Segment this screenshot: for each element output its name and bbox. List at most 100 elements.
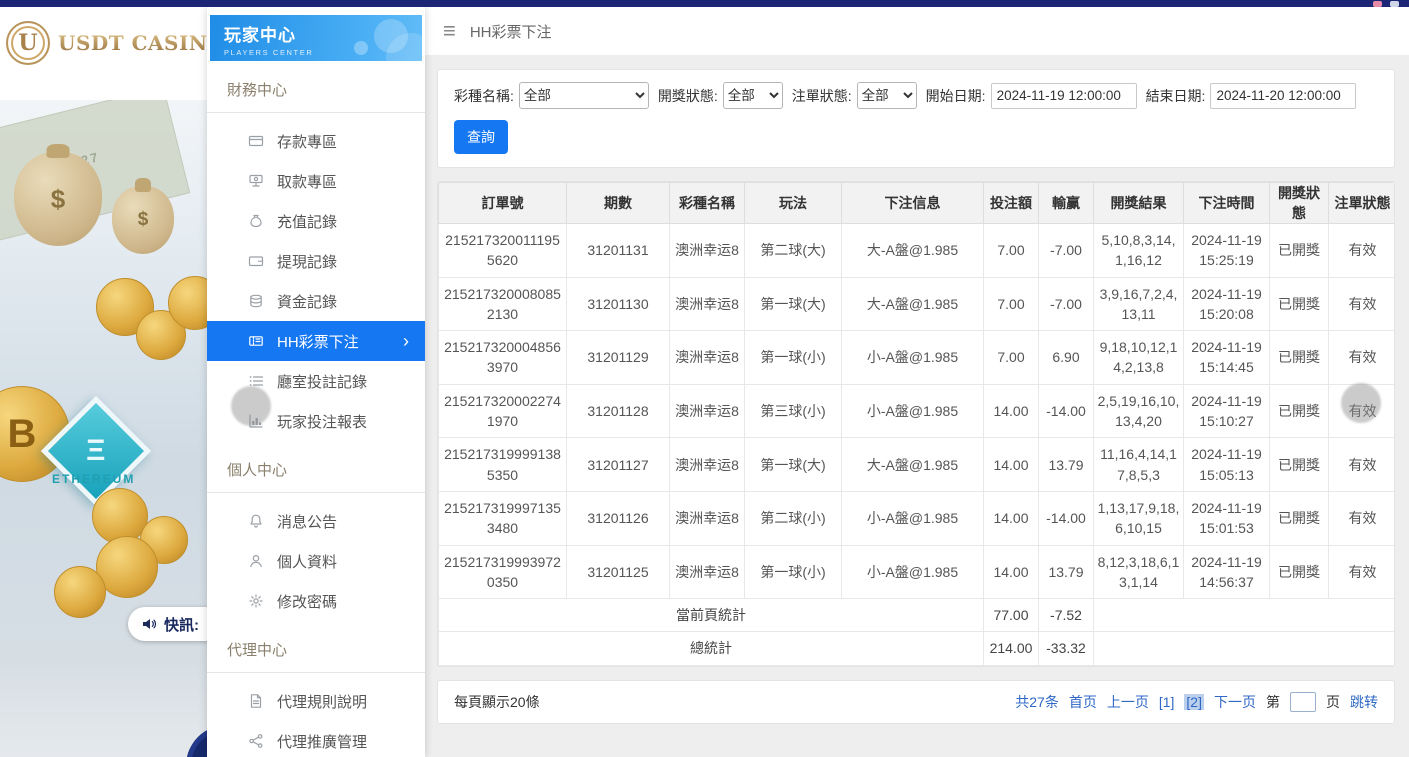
- sidebar-item-deposit[interactable]: 存款專區: [207, 121, 425, 161]
- page-link-1[interactable]: [1]: [1159, 694, 1175, 710]
- jump-button[interactable]: 跳转: [1350, 692, 1378, 712]
- table-cell: 澳洲幸运8: [670, 384, 745, 438]
- sidebar-item-profile[interactable]: 個人資料: [207, 541, 425, 581]
- column-header: 注單狀態: [1329, 183, 1396, 224]
- table-cell: 14.00: [984, 545, 1039, 599]
- table-row: 215217320011195562031201131澳洲幸运8第二球(大)大-…: [439, 224, 1396, 278]
- coins-icon: [248, 293, 264, 309]
- sidebar-item-label: 玩家投注報表: [277, 411, 367, 432]
- jump-prefix-label: 第: [1266, 692, 1280, 712]
- table-cell: 1,13,17,9,18,6,10,15: [1094, 491, 1184, 545]
- table-cell: 13.79: [1039, 545, 1094, 599]
- prev-page-link[interactable]: 上一页: [1107, 692, 1149, 712]
- lottery-name-label: 彩種名稱:: [454, 86, 514, 106]
- search-button[interactable]: 查詢: [454, 120, 508, 154]
- table-cell: 澳洲幸运8: [670, 331, 745, 385]
- sidebar-item-label: HH彩票下注: [277, 331, 359, 352]
- column-header: 玩法: [745, 183, 842, 224]
- first-page-link[interactable]: 首页: [1069, 692, 1097, 712]
- sidebar-header: 玩家中心 PLAYERS CENTER: [210, 15, 422, 61]
- sidebar-item-change-password[interactable]: 修改密碼: [207, 581, 425, 621]
- sidebar-item-agent-promotion[interactable]: 代理推廣管理: [207, 721, 425, 757]
- table-cell: 2152173200048563970: [439, 331, 567, 385]
- share-icon: [248, 733, 264, 749]
- table-cell: 小-A盤@1.985: [842, 545, 984, 599]
- sidebar-item-label: 取款專區: [277, 171, 337, 192]
- sidebar-item-withdrawal-records[interactable]: 提現記錄: [207, 241, 425, 281]
- table-cell: 2024-11-19 15:10:27: [1184, 384, 1270, 438]
- table-row: 215217319993972035031201125澳洲幸运8第一球(小)小-…: [439, 545, 1396, 599]
- sidebar-item-hh-lottery-bets[interactable]: HH彩票下注›: [207, 321, 425, 361]
- table-cell: 已開獎: [1270, 491, 1329, 545]
- browser-top-strip: [0, 0, 1409, 7]
- table-header-row: 訂單號期數彩種名稱玩法下注信息投注額輸赢開獎結果下注時間開獎狀態注單狀態: [439, 183, 1396, 224]
- promo-background-image: KB4627 $ $ B Ξ ETHEREUM: [0, 100, 207, 757]
- table-cell: 已開獎: [1270, 384, 1329, 438]
- wallet-icon: [248, 253, 264, 269]
- sidebar-item-fund-records[interactable]: 資金記錄: [207, 281, 425, 321]
- draw-status-select[interactable]: 全部: [723, 82, 783, 109]
- table-cell: 第一球(小): [745, 545, 842, 599]
- news-ticker-label: 快訊:: [164, 614, 199, 635]
- table-cell: 已開獎: [1270, 331, 1329, 385]
- table-cell: 第一球(小): [745, 331, 842, 385]
- sidebar-item-withdraw[interactable]: 取款專區: [207, 161, 425, 201]
- sidebar-item-recharge-records[interactable]: 充值記錄: [207, 201, 425, 241]
- table-cell: 7.00: [984, 331, 1039, 385]
- table-cell: 31201130: [567, 277, 670, 331]
- summary-row: 當前頁統計77.00-7.52: [439, 599, 1396, 632]
- sidebar-item-agent-rules[interactable]: 代理規則說明: [207, 681, 425, 721]
- page-link-2-current[interactable]: [2]: [1184, 694, 1204, 710]
- jump-page-input[interactable]: [1290, 692, 1316, 712]
- menu-toggle-icon[interactable]: ≡: [443, 20, 456, 42]
- deposit-card-icon: [248, 133, 264, 149]
- gold-coin: [54, 566, 106, 618]
- sidebar-section-title: 財務中心: [207, 61, 425, 113]
- table-cell: 31201125: [567, 545, 670, 599]
- sidebar-item-label: 代理推廣管理: [277, 731, 367, 752]
- news-ticker: 快訊:: [128, 607, 207, 641]
- summary-label: 總統計: [439, 632, 984, 665]
- background-area: U USDT CASINO KB4627 $ $ B Ξ ETHEREUM 快訊…: [0, 7, 207, 757]
- draw-status-label: 開獎狀態:: [658, 86, 718, 106]
- table-cell: 31201127: [567, 438, 670, 492]
- table-cell: 2024-11-19 15:20:08: [1184, 277, 1270, 331]
- order-status-select[interactable]: 全部: [857, 82, 917, 109]
- lottery-name-select[interactable]: 全部: [519, 82, 649, 109]
- next-page-link[interactable]: 下一页: [1214, 692, 1256, 712]
- table-cell: 有效: [1329, 438, 1396, 492]
- table-cell: 第一球(大): [745, 438, 842, 492]
- table-cell: 13.79: [1039, 438, 1094, 492]
- column-header: 開獎結果: [1094, 183, 1184, 224]
- page-title: HH彩票下注: [470, 21, 552, 42]
- table-cell: 31201128: [567, 384, 670, 438]
- table-cell: 小-A盤@1.985: [842, 384, 984, 438]
- column-header: 訂單號: [439, 183, 567, 224]
- table-cell: -7.00: [1039, 277, 1094, 331]
- sidebar-item-label: 修改密碼: [277, 591, 337, 612]
- sidebar-item-player-bet-report[interactable]: 玩家投注報表: [207, 401, 425, 441]
- speaker-icon: [141, 616, 157, 632]
- start-date-input[interactable]: [991, 83, 1137, 109]
- table-cell: 2,5,19,16,10,13,4,20: [1094, 384, 1184, 438]
- table-cell: 有效: [1329, 491, 1396, 545]
- main-topbar: ≡ HH彩票下注: [425, 7, 1409, 55]
- table-cell: 澳洲幸运8: [670, 545, 745, 599]
- brand-logo[interactable]: U USDT CASINO: [0, 7, 207, 69]
- browser-extension-icon[interactable]: [1373, 1, 1382, 7]
- start-date-label: 開始日期:: [926, 86, 986, 106]
- browser-extension-icon-2[interactable]: [1390, 1, 1399, 7]
- table-cell: 2152173200111955620: [439, 224, 567, 278]
- column-header: 彩種名稱: [670, 183, 745, 224]
- table-cell: 31201129: [567, 331, 670, 385]
- table-cell: 2152173199939720350: [439, 545, 567, 599]
- sidebar-item-announcements[interactable]: 消息公告: [207, 501, 425, 541]
- column-header: 輸赢: [1039, 183, 1094, 224]
- sidebar-item-hall-bet-records[interactable]: 廳室投註記錄: [207, 361, 425, 401]
- table-cell: 大-A盤@1.985: [842, 224, 984, 278]
- summary-row: 總統計214.00-33.32: [439, 632, 1396, 665]
- table-cell: -14.00: [1039, 384, 1094, 438]
- table-cell: 已開獎: [1270, 545, 1329, 599]
- summary-winloss-total: -33.32: [1039, 632, 1094, 665]
- end-date-input[interactable]: [1210, 83, 1356, 109]
